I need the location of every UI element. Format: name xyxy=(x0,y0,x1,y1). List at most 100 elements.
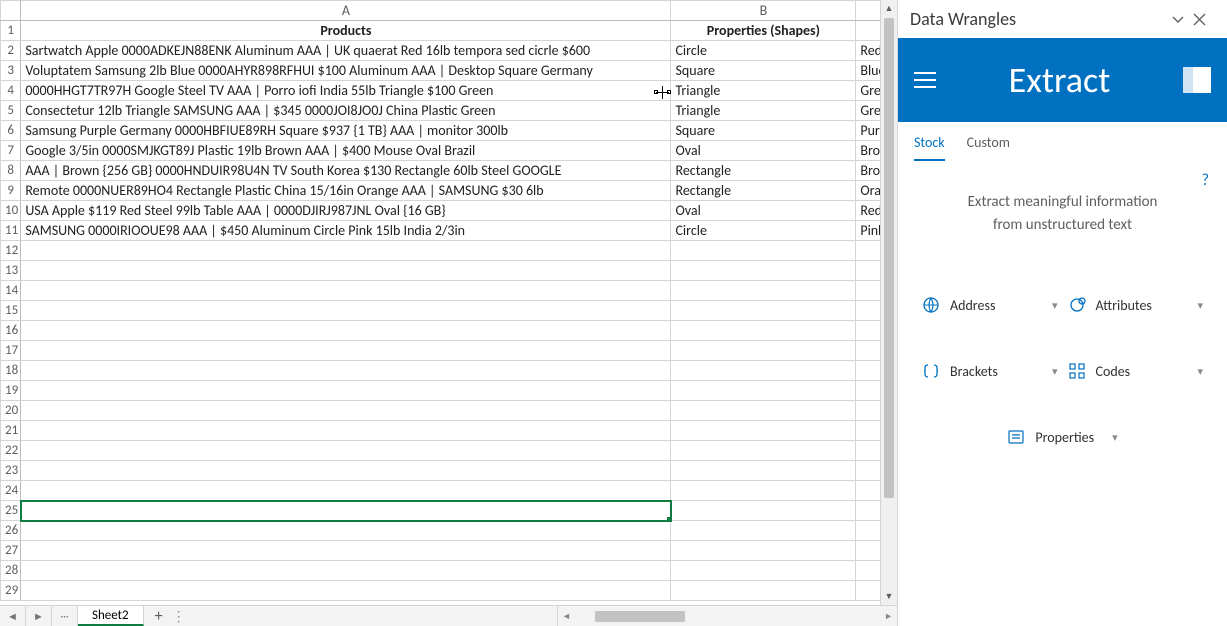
row-header[interactable]: 24 xyxy=(1,481,21,501)
cell[interactable] xyxy=(21,321,671,341)
cell[interactable] xyxy=(21,281,671,301)
cell[interactable] xyxy=(21,341,671,361)
row-header[interactable]: 17 xyxy=(1,341,21,361)
row-header[interactable]: 11 xyxy=(1,221,21,241)
row-header[interactable]: 6 xyxy=(1,121,21,141)
row-header[interactable]: 28 xyxy=(1,561,21,581)
help-icon[interactable]: ? xyxy=(1202,171,1209,190)
cell[interactable] xyxy=(671,541,856,561)
col-header-a[interactable]: A xyxy=(21,1,671,21)
cell[interactable]: Rectangle xyxy=(671,161,856,181)
cell[interactable]: Square xyxy=(671,61,856,81)
tab-split-handle[interactable]: ⋮ xyxy=(174,606,184,626)
row-header[interactable]: 5 xyxy=(1,101,21,121)
vertical-scrollbar[interactable]: ▲ ▼ xyxy=(880,0,897,605)
cell[interactable] xyxy=(671,581,856,601)
cell[interactable]: Sartwatch Apple 0000ADKEJN88ENK Aluminum… xyxy=(21,41,671,61)
cell[interactable] xyxy=(671,501,856,521)
cell[interactable]: SAMSUNG 0000IRIOOUE98 AAA | $450 Aluminu… xyxy=(21,221,671,241)
cell[interactable] xyxy=(671,481,856,501)
option-address[interactable]: Address ▾ xyxy=(922,296,1058,314)
row-header[interactable]: 3 xyxy=(1,61,21,81)
cell[interactable] xyxy=(21,581,671,601)
col-header-b[interactable]: B xyxy=(671,1,856,21)
cell[interactable]: Rectangle xyxy=(671,181,856,201)
row-header[interactable]: 18 xyxy=(1,361,21,381)
cell[interactable] xyxy=(21,521,671,541)
cell[interactable]: USA Apple $119 Red Steel 99lb Table AAA … xyxy=(21,201,671,221)
panel-close-icon[interactable] xyxy=(1193,13,1215,26)
cell[interactable]: Remote 0000NUER89HO4 Rectangle Plastic C… xyxy=(21,181,671,201)
cell[interactable] xyxy=(671,561,856,581)
cell[interactable] xyxy=(671,461,856,481)
add-sheet-button[interactable]: + xyxy=(144,606,174,626)
row-header[interactable]: 12 xyxy=(1,241,21,261)
cell[interactable] xyxy=(21,401,671,421)
cell[interactable]: Square xyxy=(671,121,856,141)
row-header[interactable]: 1 xyxy=(1,21,21,41)
cell[interactable] xyxy=(671,441,856,461)
row-header[interactable]: 27 xyxy=(1,541,21,561)
cell[interactable] xyxy=(671,341,856,361)
cell[interactable] xyxy=(21,261,671,281)
row-header[interactable]: 25 xyxy=(1,501,21,521)
cell[interactable]: Consectetur 12lb Triangle SAMSUNG AAA | … xyxy=(21,101,671,121)
cell[interactable]: Triangle xyxy=(671,101,856,121)
select-all-corner[interactable] xyxy=(1,1,21,21)
cell[interactable]: Properties (Shapes) xyxy=(671,21,856,41)
cell[interactable] xyxy=(671,421,856,441)
cell[interactable]: Circle xyxy=(671,41,856,61)
cell[interactable]: Google 3/5in 0000SMJKGT89J Plastic 19lb … xyxy=(21,141,671,161)
row-header[interactable]: 10 xyxy=(1,201,21,221)
row-header[interactable]: 22 xyxy=(1,441,21,461)
row-header[interactable]: 9 xyxy=(1,181,21,201)
scroll-up-icon[interactable]: ▲ xyxy=(881,0,897,17)
cell[interactable] xyxy=(21,481,671,501)
cell[interactable] xyxy=(671,381,856,401)
cell[interactable] xyxy=(21,561,671,581)
cell[interactable]: AAA | Brown {256 GB} 0000HNDUIR98U4N TV … xyxy=(21,161,671,181)
cell[interactable] xyxy=(21,461,671,481)
row-header[interactable]: 15 xyxy=(1,301,21,321)
cell[interactable] xyxy=(21,441,671,461)
cell[interactable]: Samsung Purple Germany 0000HBFIUE89RH Sq… xyxy=(21,121,671,141)
tab-custom[interactable]: Custom xyxy=(967,134,1010,161)
row-header[interactable]: 16 xyxy=(1,321,21,341)
cell[interactable] xyxy=(671,321,856,341)
tab-stock[interactable]: Stock xyxy=(914,134,945,161)
cell[interactable] xyxy=(671,261,856,281)
vscroll-thumb[interactable] xyxy=(884,18,894,498)
horizontal-scrollbar[interactable]: ◄ ► xyxy=(557,606,897,626)
cell[interactable] xyxy=(21,421,671,441)
cell[interactable] xyxy=(21,541,671,561)
option-properties[interactable]: Properties ▾ xyxy=(922,428,1203,446)
row-header[interactable]: 4 xyxy=(1,81,21,101)
row-header[interactable]: 26 xyxy=(1,521,21,541)
hscroll-thumb[interactable] xyxy=(595,611,685,622)
cell[interactable] xyxy=(671,401,856,421)
cell[interactable]: 0000HHGT7TR97H Google Steel TV AAA | Por… xyxy=(21,81,671,101)
panel-collapse-icon[interactable] xyxy=(1171,12,1193,26)
cell[interactable] xyxy=(671,521,856,541)
row-header[interactable]: 21 xyxy=(1,421,21,441)
cell[interactable] xyxy=(21,501,671,521)
cell[interactable] xyxy=(21,241,671,261)
cell[interactable] xyxy=(21,361,671,381)
cell[interactable]: Oval xyxy=(671,201,856,221)
option-codes[interactable]: Codes ▾ xyxy=(1068,362,1204,380)
row-header[interactable]: 14 xyxy=(1,281,21,301)
row-header[interactable]: 13 xyxy=(1,261,21,281)
row-header[interactable]: 8 xyxy=(1,161,21,181)
hamburger-icon[interactable] xyxy=(914,72,936,88)
cell[interactable]: Circle xyxy=(671,221,856,241)
row-header[interactable]: 29 xyxy=(1,581,21,601)
row-header[interactable]: 2 xyxy=(1,41,21,61)
cell[interactable]: Oval xyxy=(671,141,856,161)
tab-nav-prev[interactable]: ◄ xyxy=(0,606,26,626)
cell[interactable] xyxy=(671,301,856,321)
scroll-down-icon[interactable]: ▼ xyxy=(881,588,897,605)
tab-nav-next[interactable]: ► xyxy=(26,606,52,626)
row-header[interactable]: 19 xyxy=(1,381,21,401)
cell[interactable]: Products xyxy=(21,21,671,41)
cell[interactable]: Triangle xyxy=(671,81,856,101)
